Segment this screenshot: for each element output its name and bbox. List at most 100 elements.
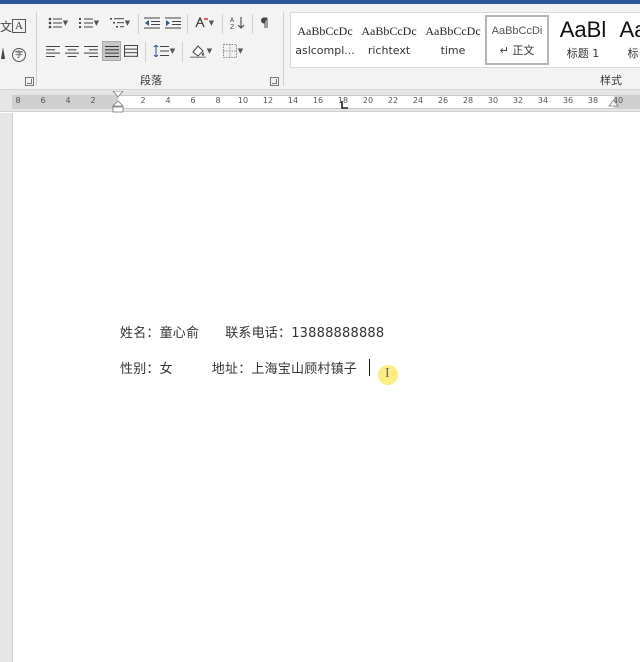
document-line-name-phone[interactable]: 姓名：童心俞 联系电话：13888888888 [120, 322, 384, 341]
ruler-tick-label: 8 [215, 96, 221, 105]
numbering-icon [78, 18, 93, 28]
paragraph-dialog-launcher-icon[interactable] [270, 77, 279, 86]
style-preview: AaBbCcDc [297, 24, 353, 38]
svg-text:Z: Z [230, 24, 234, 30]
tab-stop-icon[interactable] [340, 101, 349, 110]
paragraph-group-label: 段落 [140, 74, 162, 87]
ribbon: 文 A 字 ▼ ▼ ▼ ▼ AZ ▼ ▼ ▼ 段落 AaBbCcDc aslco… [0, 4, 640, 90]
style-tile[interactable]: AaBbCcDc richtext [357, 15, 421, 65]
ruler-tick-label: 6 [190, 96, 196, 105]
ruler-tick-label: 16 [312, 96, 324, 105]
chevron-down-icon: ▼ [208, 19, 215, 27]
wen-icon[interactable]: 文 [0, 18, 12, 35]
borders-icon [222, 44, 237, 58]
bullets-button[interactable]: ▼ [44, 13, 72, 33]
style-tile[interactable]: AaBbCcDc aslcompl... [293, 15, 357, 65]
asian-layout-button[interactable]: ▼ [191, 13, 217, 33]
font-dialog-launcher-icon[interactable] [25, 77, 34, 86]
multilevel-list-button[interactable]: ▼ [106, 13, 134, 33]
ruler-tick-label: 12 [262, 96, 274, 105]
bullets-icon [48, 17, 62, 29]
align-right-icon [84, 45, 98, 57]
toolbar-separator [252, 14, 253, 34]
ruler-tick-label: 20 [362, 96, 374, 105]
align-center-button[interactable] [63, 41, 81, 61]
distributed-button[interactable] [122, 41, 140, 61]
ruler-tick-label: 28 [462, 96, 474, 105]
text-caret [369, 359, 370, 376]
asian-layout-icon [195, 17, 208, 28]
toolbar-separator [222, 14, 223, 34]
line-spacing-icon [153, 45, 169, 57]
ruler-tick-label: 6 [40, 96, 46, 105]
ruler-tick-label: 36 [562, 96, 574, 105]
group-divider [36, 12, 37, 86]
toolbar-separator [187, 14, 188, 34]
style-name: aslcompl... [295, 44, 355, 57]
shading-button[interactable]: ▼ [187, 41, 215, 61]
ruler-tick-label: 10 [237, 96, 249, 105]
style-name: richtext [367, 44, 411, 57]
highlighter-icon[interactable] [0, 46, 6, 63]
style-tile[interactable]: AaBl 标题 1 [551, 15, 615, 65]
style-tile[interactable]: AaBbCcDc time [421, 15, 485, 65]
horizontal-ruler[interactable]: 8 6 4 2 2 4 6 8 10 12 14 16 18 20 22 24 26 28 30 32 34 36 38 40 [0, 90, 640, 113]
ruler-tick-label: 32 [512, 96, 524, 105]
style-preview: Aa [619, 17, 640, 42]
right-indent-icon[interactable] [608, 99, 619, 111]
ruler-tick-label: 30 [487, 96, 499, 105]
show-marks-button[interactable] [256, 13, 274, 33]
toolbar-separator [145, 42, 146, 62]
enclosed-char-icon[interactable]: 字 [12, 48, 26, 62]
border-letter-icon[interactable]: A [12, 19, 26, 33]
align-left-icon [46, 45, 60, 57]
ruler-tick-label: 4 [65, 96, 71, 105]
ruler-tick-label: 26 [437, 96, 449, 105]
align-center-icon [65, 45, 79, 57]
svg-text:A: A [230, 17, 235, 24]
indent-markers-icon[interactable] [112, 91, 124, 113]
style-name: ↵ 正文 [499, 44, 535, 57]
shading-icon [189, 45, 206, 58]
ibeam-cursor-icon: I [385, 366, 390, 381]
borders-button[interactable]: ▼ [219, 41, 247, 61]
multilevel-list-icon [109, 18, 124, 28]
styles-group-label: 样式 [600, 74, 622, 87]
line-spacing-button[interactable]: ▼ [150, 41, 178, 61]
show-marks-icon [261, 17, 268, 28]
justify-icon [104, 45, 119, 57]
group-divider [283, 12, 284, 86]
align-right-button[interactable] [82, 41, 100, 61]
style-preview: AaBbCcDc [361, 24, 417, 38]
increase-indent-button[interactable] [163, 13, 183, 33]
toolbar-separator [138, 14, 139, 34]
align-left-button[interactable] [44, 41, 62, 61]
style-preview: AaBbCcDi [491, 25, 543, 37]
justify-button[interactable] [102, 41, 121, 61]
decrease-indent-button[interactable] [142, 13, 162, 33]
chevron-down-icon: ▼ [93, 19, 100, 27]
ruler-tick-label: 34 [537, 96, 549, 105]
chevron-down-icon: ▼ [124, 19, 131, 27]
document-line-gender-address[interactable]: 性别：女 地址：上海宝山顾村镇子 [120, 358, 357, 377]
font-group-partial: 文 A 字 [0, 12, 32, 72]
style-name: time [440, 44, 466, 57]
numbering-button[interactable]: ▼ [75, 13, 103, 33]
increase-indent-icon [165, 17, 181, 29]
ruler-tick-label: 8 [15, 96, 21, 105]
styles-gallery: AaBbCcDc aslcompl... AaBbCcDc richtext A… [290, 12, 640, 68]
decrease-indent-icon [144, 17, 160, 29]
chevron-down-icon: ▼ [62, 19, 69, 27]
chevron-down-icon: ▼ [169, 47, 176, 55]
sort-button[interactable]: AZ [228, 13, 248, 33]
style-tile[interactable]: Aa 标 [613, 15, 640, 65]
document-canvas: 姓名：童心俞 联系电话：13888888888 性别：女 地址：上海宝山顾村镇子… [0, 113, 640, 662]
toolbar-separator [182, 42, 183, 62]
ruler-tick-label: 2 [140, 96, 146, 105]
document-page[interactable]: 姓名：童心俞 联系电话：13888888888 性别：女 地址：上海宝山顾村镇子 [12, 113, 640, 662]
ruler-tick-label: 14 [287, 96, 299, 105]
style-tile-selected[interactable]: AaBbCcDi ↵ 正文 [485, 15, 549, 65]
style-preview: AaBbCcDc [425, 24, 481, 38]
ruler-tick-label: 24 [412, 96, 424, 105]
ruler-tick-label: 4 [165, 96, 171, 105]
